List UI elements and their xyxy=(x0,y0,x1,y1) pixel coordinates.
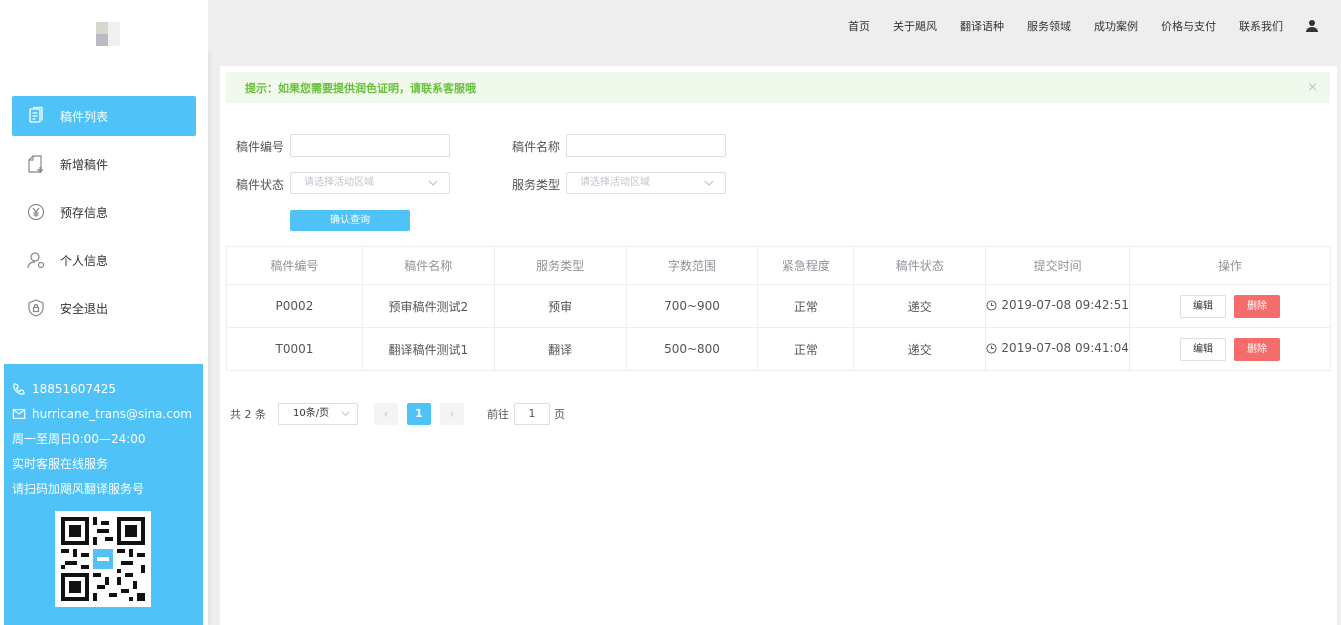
contact-hours: 周一至周日0:00—24:00 xyxy=(12,432,146,446)
id-input[interactable] xyxy=(290,134,450,157)
column-header: 稿件状态 xyxy=(853,246,987,285)
table-header-row: 稿件编号 稿件名称 服务类型 字数范围 紧急程度 稿件状态 提交时间 操作 xyxy=(226,246,1331,285)
main-panel: 提示：如果您需要提供润色证明，请联系客服哦 × 稿件编号 稿件名称 稿件状态 请… xyxy=(220,66,1337,625)
sidebar-item-label: 预存信息 xyxy=(60,205,109,220)
sidebar: 稿件列表 新增稿件 预存信息 个人信息 安全退出 18851607425 hur… xyxy=(0,0,208,625)
edit-button[interactable]: 编辑 xyxy=(1180,294,1227,318)
close-icon[interactable]: × xyxy=(1307,80,1318,95)
status-select-placeholder: 请选择活动区域 xyxy=(304,177,374,188)
column-header: 稿件编号 xyxy=(226,246,363,285)
logo xyxy=(96,22,120,46)
status-label: 稿件状态 xyxy=(236,178,285,192)
cell-time: 2019-07-08 09:42:51 xyxy=(985,284,1131,328)
goto-page-input[interactable]: 1 xyxy=(514,403,550,425)
nav-link-languages[interactable]: 翻译语种 xyxy=(960,18,1004,34)
add-document-icon xyxy=(26,154,46,174)
type-select[interactable]: 请选择活动区域 xyxy=(566,172,726,194)
column-header: 字数范围 xyxy=(625,246,759,285)
sidebar-item-label: 稿件列表 xyxy=(60,109,109,124)
column-header: 紧急程度 xyxy=(757,246,855,285)
nav-link-home[interactable]: 首页 xyxy=(848,18,870,34)
column-header: 稿件名称 xyxy=(361,246,495,285)
goto-label: 前往 xyxy=(487,408,509,421)
sidebar-item-logout[interactable]: 安全退出 xyxy=(12,288,196,328)
chevron-down-icon xyxy=(704,180,714,186)
nav-link-contact[interactable]: 联系我们 xyxy=(1239,18,1283,34)
cell-type: 预审 xyxy=(493,284,627,328)
contact-service: 实时客服在线服务 xyxy=(12,457,109,471)
pagination-total: 共 2 条 xyxy=(230,408,266,421)
user-settings-icon xyxy=(26,250,46,270)
sidebar-item-add-document[interactable]: 新增稿件 xyxy=(12,144,196,184)
mail-icon xyxy=(12,408,26,419)
clock-icon xyxy=(986,300,997,311)
column-header: 操作 xyxy=(1129,246,1331,285)
qr-code xyxy=(55,511,151,607)
cell-type: 翻译 xyxy=(493,327,627,371)
cell-actions: 编辑 删除 xyxy=(1129,284,1331,328)
name-input[interactable] xyxy=(566,134,726,157)
top-nav-links: 首页 关于飓风 翻译语种 服务领域 成功案例 价格与支付 联系我们 xyxy=(825,18,1319,34)
contact-email: hurricane_trans@sina.com xyxy=(12,401,203,426)
cell-urgency: 正常 xyxy=(757,284,855,328)
sidebar-nav: 稿件列表 新增稿件 预存信息 个人信息 安全退出 xyxy=(12,96,196,336)
chevron-down-icon xyxy=(341,411,350,417)
column-header: 提交时间 xyxy=(985,246,1131,285)
contact-phone: 18851607425 xyxy=(12,376,203,401)
contact-panel: 18851607425 hurricane_trans@sina.com 周一至… xyxy=(4,364,203,625)
chevron-down-icon xyxy=(428,180,438,186)
nav-link-pricing[interactable]: 价格与支付 xyxy=(1161,18,1216,34)
page-number-current[interactable]: 1 xyxy=(407,403,431,425)
clock-icon xyxy=(986,343,997,354)
documents-table: 稿件编号 稿件名称 服务类型 字数范围 紧急程度 稿件状态 提交时间 操作 P0… xyxy=(226,246,1331,371)
status-select[interactable]: 请选择活动区域 xyxy=(290,172,450,194)
type-select-placeholder: 请选择活动区域 xyxy=(580,177,650,188)
id-label: 稿件编号 xyxy=(236,140,285,154)
edit-button[interactable]: 编辑 xyxy=(1180,337,1227,361)
sidebar-item-label: 安全退出 xyxy=(60,301,109,316)
nav-link-service-fields[interactable]: 服务领域 xyxy=(1027,18,1071,34)
sidebar-item-prepaid-info[interactable]: 预存信息 xyxy=(12,192,196,232)
sidebar-item-label: 个人信息 xyxy=(60,253,109,268)
page-size-select[interactable]: 10条/页 xyxy=(278,403,358,425)
document-list-icon xyxy=(26,106,46,126)
cell-time: 2019-07-08 09:41:04 xyxy=(985,327,1131,371)
delete-button[interactable]: 删除 xyxy=(1234,294,1281,318)
query-button[interactable]: 确认查询 xyxy=(290,210,410,231)
name-label: 稿件名称 xyxy=(512,140,561,154)
cell-status: 递交 xyxy=(853,284,987,328)
sidebar-item-label: 新增稿件 xyxy=(60,157,109,172)
sidebar-item-document-list[interactable]: 稿件列表 xyxy=(12,96,196,136)
column-header: 服务类型 xyxy=(493,246,627,285)
phone-icon xyxy=(13,382,25,395)
cell-name: 翻译稿件测试1 xyxy=(361,327,495,371)
top-nav: 首页 关于飓风 翻译语种 服务领域 成功案例 价格与支付 联系我们 xyxy=(208,0,1341,52)
cell-id: P0002 xyxy=(226,284,363,328)
cell-urgency: 正常 xyxy=(757,327,855,371)
cell-name: 预审稿件测试2 xyxy=(361,284,495,328)
prev-page-button[interactable]: ‹ xyxy=(374,403,398,425)
cell-actions: 编辑 删除 xyxy=(1129,327,1331,371)
cell-id: T0001 xyxy=(226,327,363,371)
next-page-button[interactable]: › xyxy=(440,403,464,425)
sidebar-item-personal-info[interactable]: 个人信息 xyxy=(12,240,196,280)
type-label: 服务类型 xyxy=(512,178,561,192)
nav-link-about[interactable]: 关于飓风 xyxy=(893,18,937,34)
page-suffix: 页 xyxy=(554,408,565,421)
shield-lock-icon xyxy=(26,298,46,318)
delete-button[interactable]: 删除 xyxy=(1234,337,1281,361)
nav-link-cases[interactable]: 成功案例 xyxy=(1094,18,1138,34)
alert-text: 提示：如果您需要提供润色证明，请联系客服哦 xyxy=(245,81,476,95)
table-row: P0002 预审稿件测试2 预审 700~900 正常 递交 2019-07-0… xyxy=(226,284,1331,328)
cell-words: 500~800 xyxy=(625,327,759,371)
tip-alert: 提示：如果您需要提供润色证明，请联系客服哦 × xyxy=(226,72,1330,103)
table-row: T0001 翻译稿件测试1 翻译 500~800 正常 递交 2019-07-0… xyxy=(226,327,1331,371)
yen-icon xyxy=(26,202,46,222)
pagination: 共 2 条 10条/页 ‹ 1 › 前往 1 页 xyxy=(230,403,565,425)
user-icon[interactable] xyxy=(1305,19,1319,33)
cell-status: 递交 xyxy=(853,327,987,371)
contact-qr-text: 请扫码加飓风翻译服务号 xyxy=(12,482,145,496)
cell-words: 700~900 xyxy=(625,284,759,328)
